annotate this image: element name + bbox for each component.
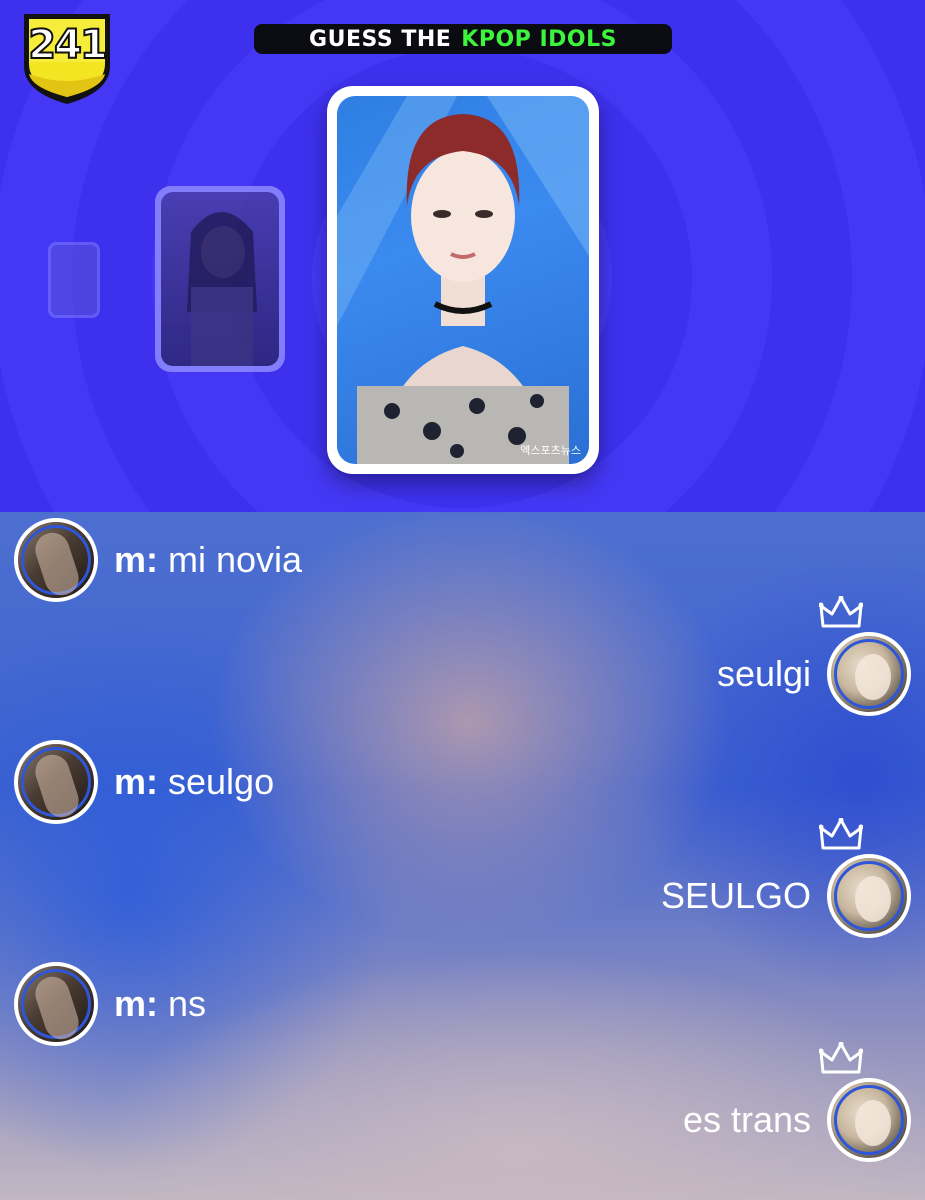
message-sender: m: [114, 761, 158, 802]
previous-card [155, 186, 285, 372]
message-body: es trans [682, 1099, 811, 1140]
message-text: m: ns [114, 983, 206, 1025]
game-title: GUESS THE KPOP IDOLS [254, 24, 672, 54]
message-sender: m: [114, 983, 158, 1024]
game-title-part1: GUESS THE [309, 26, 452, 52]
chat-message: SEULGO [660, 818, 911, 938]
game-title-part2: KPOP IDOLS [461, 26, 617, 52]
crown-icon [819, 1042, 863, 1074]
message-body: ns [168, 983, 207, 1024]
idol-photo-far [51, 245, 97, 315]
idol-photo-previous [161, 192, 279, 366]
chat-message: m: ns [14, 962, 206, 1046]
message-text: m: seulgo [114, 761, 274, 803]
crown-icon [819, 596, 863, 628]
current-card[interactable]: 엑스포츠뉴스 [327, 86, 599, 474]
level-badge: 241 [18, 8, 116, 106]
avatar[interactable] [827, 632, 911, 716]
chat-message: m: seulgo [14, 740, 274, 824]
chat-message: es trans [682, 1042, 911, 1162]
message-body: SEULGO [660, 875, 811, 916]
message-text: m: mi novia [114, 539, 302, 581]
message-body: seulgo [168, 761, 275, 802]
avatar[interactable] [827, 854, 911, 938]
avatar[interactable] [14, 518, 98, 602]
chat-message: m: mi novia [14, 518, 302, 602]
avatar[interactable] [827, 1078, 911, 1162]
chat-panel: m: mi novia seulgi m: seulgo SEULGO m: n… [0, 512, 925, 1200]
message-body: seulgi [716, 653, 811, 694]
message-sender: m: [114, 539, 158, 580]
previous-card-far [48, 242, 100, 318]
idol-photo-current: 엑스포츠뉴스 [337, 96, 589, 464]
photo-watermark: 엑스포츠뉴스 [520, 444, 581, 457]
level-number: 241 [27, 21, 109, 69]
avatar[interactable] [14, 962, 98, 1046]
avatar[interactable] [14, 740, 98, 824]
message-body: mi novia [168, 539, 303, 580]
game-panel: 241 GUESS THE KPOP IDOLS 엑스포츠뉴스 [0, 0, 925, 512]
chat-message: seulgi [716, 596, 911, 716]
crown-icon [819, 818, 863, 850]
